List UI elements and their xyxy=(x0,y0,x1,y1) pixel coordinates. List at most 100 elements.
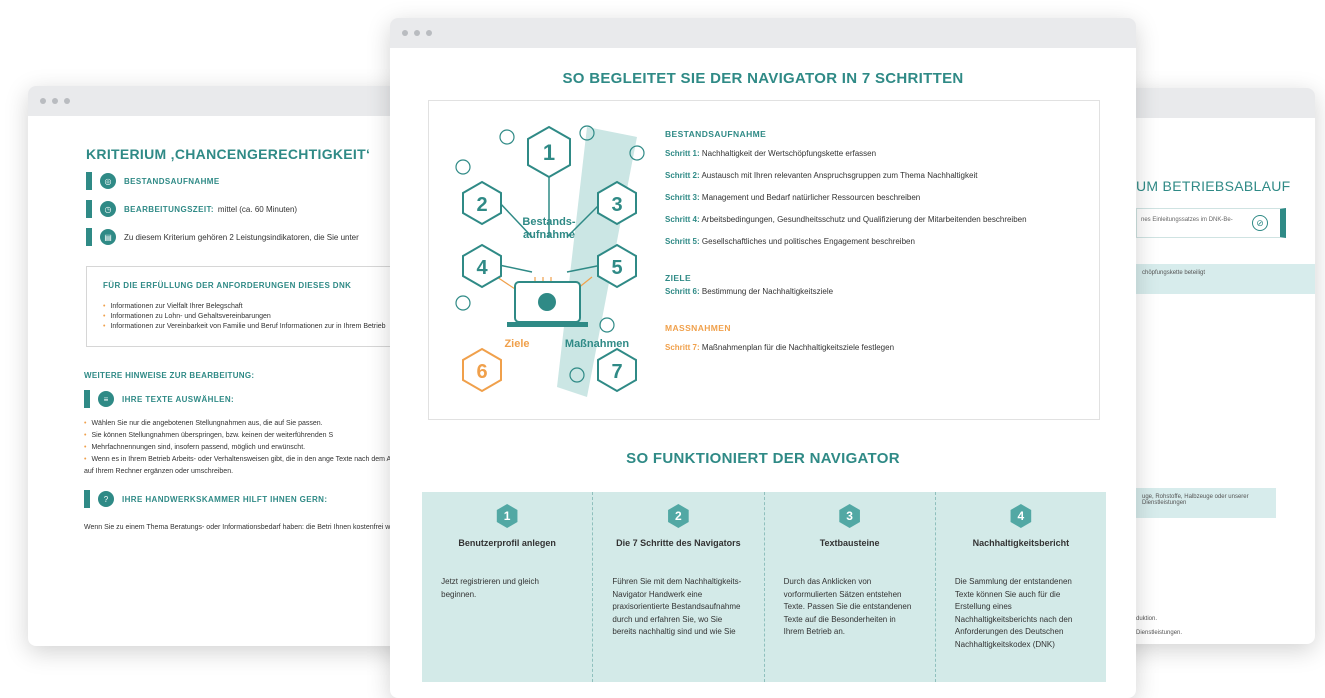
page-title: UM BETRIEBSABLAUF xyxy=(1136,178,1291,194)
row-indicators: ▤ Zu diesem Kriterium gehören 2 Leistung… xyxy=(86,228,428,246)
step-label: Schritt 2: xyxy=(665,171,700,180)
row-help: ? IHRE HANDWERKSKAMMER HILFT IHNEN GERN: xyxy=(84,490,428,508)
window-dot[interactable] xyxy=(64,98,70,104)
steps-panel: 1 2 3 4 5 6 7 Bestands- aufnahme Ziele M… xyxy=(428,100,1100,420)
connector-line xyxy=(498,264,533,273)
accent-bar xyxy=(86,228,92,246)
list-item: Wenn es in Ihrem Betrieb Arbeits- oder V… xyxy=(84,454,428,478)
list-item: Informationen zu Lohn- und Gehaltsverein… xyxy=(103,312,428,322)
column-heading: Benutzerprofil anlegen xyxy=(458,538,556,548)
step-number: 7 xyxy=(611,361,622,383)
window-dot[interactable] xyxy=(402,30,408,36)
column-text: Jetzt registrieren und gleich beginnen. xyxy=(441,577,539,599)
accent-bar xyxy=(86,172,92,190)
selected-option[interactable]: uge, Rohstoffe, Halbzeuge oder unserer D… xyxy=(1136,488,1276,518)
step-number: 6 xyxy=(476,361,487,383)
column-number-badge: 1 xyxy=(496,504,518,528)
window-center: SO BEGLEITET SIE DER NAVIGATOR IN 7 SCHR… xyxy=(390,18,1136,698)
window-dot[interactable] xyxy=(426,30,432,36)
step-item: Schritt 3: Management und Bedarf natürli… xyxy=(665,192,1095,203)
row-bestandsaufnahme: ◎ BESTANDSAUFNAHME xyxy=(86,172,428,190)
text-snippet: duktion. xyxy=(1136,616,1158,622)
step-item: Schritt 2: Austausch mit Ihren relevante… xyxy=(665,170,1095,181)
list-item: Mehrfachnennungen sind, insofern passend… xyxy=(84,442,428,454)
step-item: Schritt 5: Gesellschaftliches und politi… xyxy=(665,236,1095,247)
text-snippet: Dienstleistungen. xyxy=(1136,630,1183,636)
section-title: SO BEGLEITET SIE DER NAVIGATOR IN 7 SCHR… xyxy=(562,70,964,87)
step-item: Schritt 1: Nachhaltigkeit der Wertschöpf… xyxy=(665,148,1095,159)
how-it-works-table: 1 Benutzerprofil anlegen Jetzt registrie… xyxy=(422,492,1106,682)
decor-icon xyxy=(455,295,471,311)
feature-column: 4 Nachhaltigkeitsbericht Die Sammlung de… xyxy=(936,492,1106,682)
row-value: mittel (ca. 60 Minuten) xyxy=(217,204,298,214)
decor-icon xyxy=(599,317,615,333)
criterion-title: KRITERIUM ‚CHANCENGERECHTIGKEIT‘ xyxy=(86,146,371,162)
title-bar xyxy=(390,18,1136,48)
title-bar xyxy=(28,86,428,116)
step-label: Schritt 3: xyxy=(665,193,700,202)
step-text: Management und Bedarf natürlicher Ressou… xyxy=(701,193,921,202)
hint-title: WEITERE HINWEISE ZUR BEARBEITUNG: xyxy=(84,371,255,380)
center-label: Bestands- xyxy=(522,216,576,228)
list-item: Informationen zur Vereinbarkeit von Fami… xyxy=(103,322,428,332)
row-time: ◷ BEARBEITUNGSZEIT: mittel (ca. 60 Minut… xyxy=(86,200,428,218)
column-text: Durch das Anklicken von vorformulierten … xyxy=(783,577,912,636)
feature-column: 3 Textbausteine Durch das Anklicken von … xyxy=(765,492,936,682)
globe-icon xyxy=(538,293,556,311)
section-title: SO FUNKTIONIERT DER NAVIGATOR xyxy=(626,450,900,467)
window-dot[interactable] xyxy=(52,98,58,104)
step-label: Schritt 6: xyxy=(665,287,700,296)
selected-option[interactable]: chöpfungskette beteiligt xyxy=(1136,264,1315,294)
row-label: IHRE TEXTE AUSWÄHLEN: xyxy=(122,394,235,404)
step-text: Bestimmung der Nachhaltigkeitsziele xyxy=(701,287,834,296)
step-label: Schritt 4: xyxy=(665,215,700,224)
accent-bar xyxy=(84,390,90,408)
step-item: Schritt 4: Arbeitsbedingungen, Gesundhei… xyxy=(665,214,1095,225)
step-number: 3 xyxy=(611,194,622,216)
list-item: Wählen Sie nur die angebotenen Stellungn… xyxy=(84,418,428,430)
column-number-badge: 2 xyxy=(668,504,689,528)
requirements-list: Informationen zur Vielfalt Ihrer Belegsc… xyxy=(103,302,428,332)
section-label: MASSNAHMEN xyxy=(665,323,731,333)
row-label: IHRE HANDWERKSKAMMER HILFT IHNEN GERN: xyxy=(122,494,328,504)
inventory-icon: ◎ xyxy=(100,173,116,189)
list-item: Sie können Stellungnahmen überspringen, … xyxy=(84,430,428,442)
goals-label: Ziele xyxy=(504,338,529,350)
option-text: chöpfungskette beteiligt xyxy=(1142,270,1206,276)
selectable-text-option[interactable]: nes Einleitungssatzes im DNK-Be- ⊘ xyxy=(1136,208,1286,238)
step-number: 4 xyxy=(476,257,488,279)
help-icon: ? xyxy=(98,491,114,507)
feature-column: 1 Benutzerprofil anlegen Jetzt registrie… xyxy=(422,492,594,682)
column-number-badge: 4 xyxy=(1010,504,1032,528)
section-label: ZIELE xyxy=(665,273,692,283)
row-label: BESTANDSAUFNAHME xyxy=(124,176,220,186)
option-text: uge, Rohstoffe, Halbzeuge oder unserer D… xyxy=(1142,494,1249,506)
requirements-box: FÜR DIE ERFÜLLUNG DER ANFORDERUNGEN DIES… xyxy=(86,266,428,347)
clock-icon: ◷ xyxy=(100,201,116,217)
step-number: 2 xyxy=(476,194,487,216)
navigator-graphic: 1 2 3 4 5 6 7 Bestands- aufnahme Ziele M… xyxy=(455,125,645,397)
decor-icon xyxy=(455,159,471,175)
laptop-base xyxy=(507,322,588,327)
window-dot[interactable] xyxy=(414,30,420,36)
box-title: FÜR DIE ERFÜLLUNG DER ANFORDERUNGEN DIES… xyxy=(103,281,352,290)
step-item: Schritt 7: Maßnahmenplan für die Nachhal… xyxy=(665,342,1095,353)
window-dot[interactable] xyxy=(40,98,46,104)
column-heading: Die 7 Schritte des Navigators xyxy=(616,538,741,548)
step-label: Schritt 1: xyxy=(665,149,700,158)
column-text: Führen Sie mit dem Nachhaltigkeits-Navig… xyxy=(612,577,742,636)
accent-bar xyxy=(86,200,92,218)
attach-icon[interactable]: ⊘ xyxy=(1252,215,1268,231)
step-text: Gesellschaftliches und politisches Engag… xyxy=(701,237,915,246)
option-text: nes Einleitungssatzes im DNK-Be- xyxy=(1141,217,1233,223)
measures-label: Maßnahmen xyxy=(565,338,629,350)
decor-icon xyxy=(499,129,515,145)
center-label: aufnahme xyxy=(523,229,575,241)
hint-list: Wählen Sie nur die angebotenen Stellungn… xyxy=(84,418,428,478)
row-value: Zu diesem Kriterium gehören 2 Leistungsi… xyxy=(124,232,359,242)
row-select-texts: ≡ IHRE TEXTE AUSWÄHLEN: xyxy=(84,390,428,408)
step-number: 5 xyxy=(611,257,622,279)
steps-list: BESTANDSAUFNAHME Schritt 1: Nachhaltigke… xyxy=(665,129,1095,364)
list-item: Informationen zur Vielfalt Ihrer Belegsc… xyxy=(103,302,428,312)
step-text: Austausch mit Ihren relevanten Anspruchs… xyxy=(701,171,978,180)
